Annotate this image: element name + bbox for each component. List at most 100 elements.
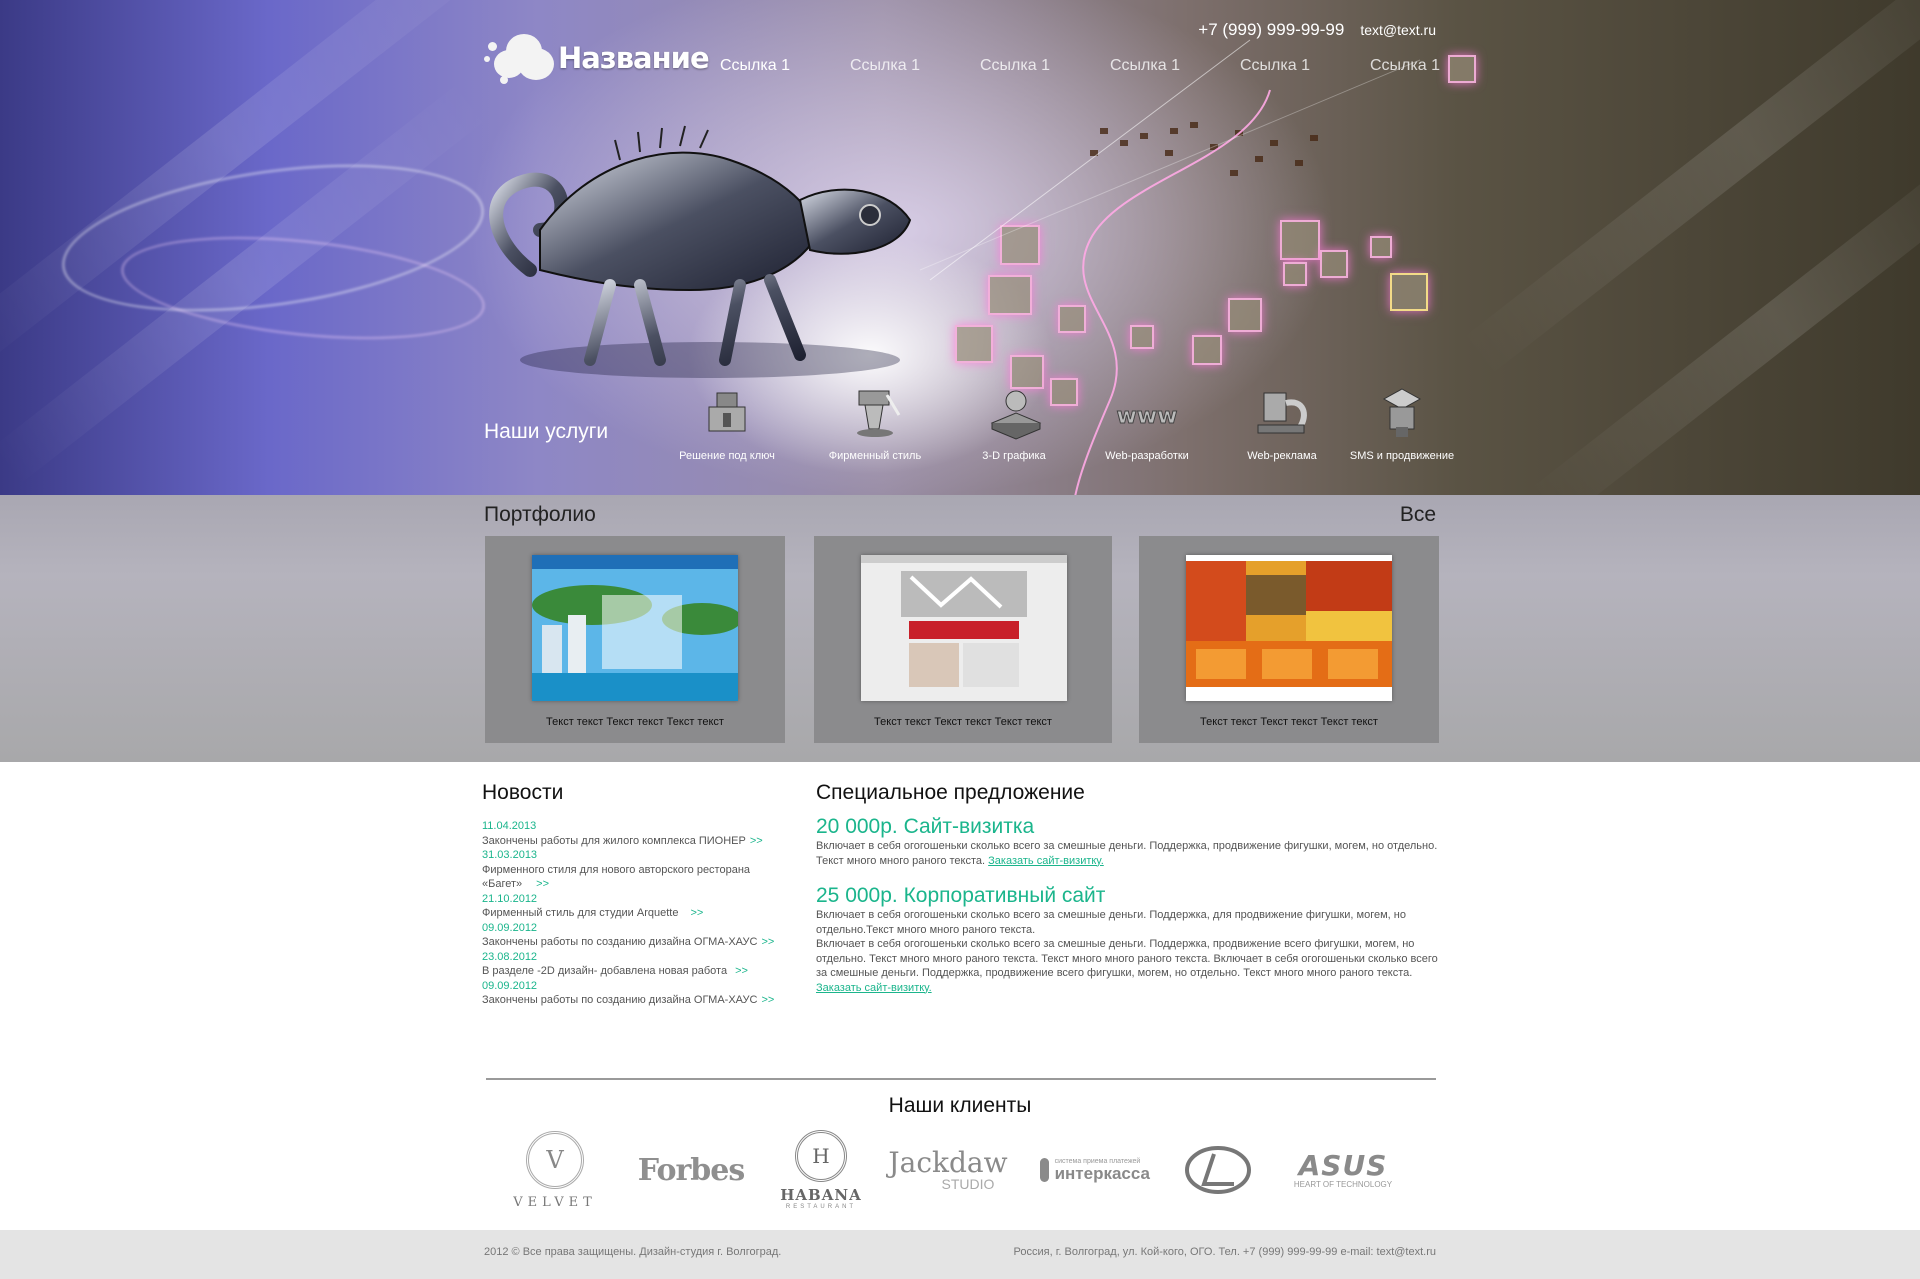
service-3d-graphics[interactable]: 3-D графика [944,385,1084,463]
header-phone: +7 (999) 999-99-99 [1198,20,1345,39]
web-ads-icon [1257,392,1307,434]
news-date: 31.03.2013 [482,849,538,861]
header-email[interactable]: text@text.ru [1360,22,1436,38]
portfolio-card[interactable]: Текст текст Текст текст Текст текст [1139,536,1439,743]
order-link[interactable]: Заказать сайт-визитку. [816,982,932,994]
portfolio-thumbnail [1186,555,1392,701]
interkassa-icon [1040,1158,1049,1182]
client-subtitle: HEART OF TECHNOLOGY [1293,1179,1393,1189]
client-subtitle: RESTAURANT [785,1204,857,1210]
sms-icon [1382,388,1422,437]
client-logo-habana[interactable]: H HABANA RESTAURANT [778,1125,864,1215]
portfolio-thumbnail [532,555,738,701]
offer-corporate-site: 25 000р. Корпоративный сайт Включает в с… [816,884,1441,995]
client-name: интеркасса [1054,1163,1150,1183]
news-date: 23.08.2012 [482,950,538,963]
news-list: 11.04.2013 Закончены работы для жилого к… [482,819,812,1008]
client-subtitle: STUDIO [941,1176,995,1192]
footer: 2012 © Все права защищены. Дизайн-студия… [0,1230,1920,1279]
news-text: Закончены работы по созданию дизайна ОГМ… [482,994,758,1006]
client-logo-velvet[interactable]: V VELVET [505,1125,605,1215]
service-corporate-style[interactable]: Фирменный стиль [805,385,945,463]
main-nav: Ссылка 1 Ссылка 1 Ссылка 1 Ссылка 1 Ссыл… [720,57,1500,75]
portfolio-caption: Текст текст Текст текст Текст текст [1200,716,1378,728]
nav-link-3[interactable]: Ссылка 1 [980,57,1110,75]
logo[interactable]: Название [484,30,710,86]
www-icon: www [1116,404,1178,430]
offer-business-card: 20 000р. Сайт-визитка Включает в себя ог… [816,815,1441,868]
lexus-logo-icon [1185,1146,1251,1194]
portfolio-all-link[interactable]: Все [1400,503,1436,527]
news-item: 11.04.2013 Закончены работы для жилого к… [482,819,812,848]
nav-link-6[interactable]: Ссылка 1 [1370,57,1500,75]
portfolio-card[interactable]: Текст текст Текст текст Текст текст [814,536,1112,743]
nav-link-2[interactable]: Ссылка 1 [850,57,980,75]
service-label: Фирменный стиль [828,450,922,462]
service-label: 3-D графика [982,450,1046,462]
news-item: 21.10.2012 Фирменный стиль для студии Ar… [482,892,812,921]
portfolio-card[interactable]: Текст текст Текст текст Текст текст [485,536,785,743]
service-web-ads[interactable]: Web-реклама [1212,385,1352,463]
client-logo-jackdaw[interactable]: Jackdaw STUDIO [888,1125,1007,1215]
news-date: 09.09.2012 [482,979,538,992]
svg-text:www: www [1117,404,1178,429]
news-more-link[interactable]: >> [690,907,703,919]
nav-link-1[interactable]: Ссылка 1 [720,57,850,75]
offer-description-more: Включает в себя огогошеньки сколько всег… [816,938,1438,979]
client-logo-forbes[interactable]: Forbes [636,1125,746,1215]
header-contacts: +7 (999) 999-99-99 text@text.ru [1198,20,1436,40]
clients-title: Наши клиенты [888,1094,1032,1117]
client-name: Forbes [637,1152,745,1188]
portfolio-caption: Текст текст Текст текст Текст текст [546,716,724,728]
service-label: Решение под ключ [679,450,775,462]
news-more-link[interactable]: >> [735,965,748,977]
3d-graphics-icon [990,390,1042,440]
news-more-link[interactable]: >> [761,936,774,948]
service-web-dev[interactable]: www Web-разработки [1077,385,1217,463]
news-more-link[interactable]: >> [750,835,763,847]
cloud-logo-icon [484,30,558,86]
news-text: Закончены работы по созданию дизайна ОГМ… [482,936,758,948]
news-text: Фирменного стиля для нового авторского р… [482,863,751,891]
news-item: 09.09.2012 Закончены работы по созданию … [482,921,812,950]
habana-emblem-icon: H [795,1130,847,1182]
hero-banner: Название +7 (999) 999-99-99 text@text.ru… [0,0,1920,495]
client-logo-asus[interactable]: ASUS HEART OF TECHNOLOGY [1283,1125,1403,1215]
nav-link-5[interactable]: Ссылка 1 [1240,57,1370,75]
news-text: Фирменный стиль для студии Arquette [482,907,679,919]
news-more-link[interactable]: >> [761,994,774,1006]
news-date: 21.10.2012 [482,892,538,905]
service-label: Web-разработки [1105,450,1189,462]
news-title: Новости [482,781,564,804]
news-date: 11.04.2013 [482,820,537,832]
news-item: 31.03.2013 Фирменного стиля для нового а… [482,848,812,892]
order-link[interactable]: Заказать сайт-визитку. [988,855,1104,867]
service-sms[interactable]: SMS и продвижение [1332,385,1472,463]
velvet-emblem-icon: V [526,1130,584,1189]
offer-price: 20 000р. Сайт-визитка [816,815,1035,838]
nav-link-4[interactable]: Ссылка 1 [1110,57,1240,75]
offer-price: 25 000р. Корпоративный сайт [816,884,1106,907]
corporate-style-icon [857,390,901,437]
news-date: 09.09.2012 [482,921,538,934]
news-more-link[interactable]: >> [536,878,549,890]
section-divider [486,1078,1436,1080]
client-name: Jackdaw [888,1146,1008,1179]
client-logo-interkassa[interactable]: система приема платежей интеркасса [1040,1125,1150,1215]
service-turnkey[interactable]: Решение под ключ [657,385,797,463]
client-logo-lexus[interactable] [1170,1125,1266,1215]
logo-text: Название [558,41,710,75]
service-label: Web-реклама [1247,450,1317,462]
portfolio-caption: Текст текст Текст текст Текст текст [874,716,1052,728]
robot-chameleon-graphic [489,125,912,378]
news-text: В разделе -2D дизайн- добавлена новая ра… [482,965,728,977]
news-item: 23.08.2012 В разделе -2D дизайн- добавле… [482,950,812,979]
portfolio-title: Портфолио [484,503,596,526]
footer-address: Россия, г. Волгоград, ул. Кой-кого, ОГО.… [1013,1246,1436,1258]
news-text: Закончены работы для жилого комплекса ПИ… [482,834,746,847]
services-title: Наши услуги [484,420,609,443]
service-label: SMS и продвижение [1349,450,1455,462]
portfolio-thumbnail [861,555,1067,701]
client-name: HABANA [780,1186,862,1204]
offer-description: Включает в себя огогошеньки сколько всег… [816,840,1438,867]
